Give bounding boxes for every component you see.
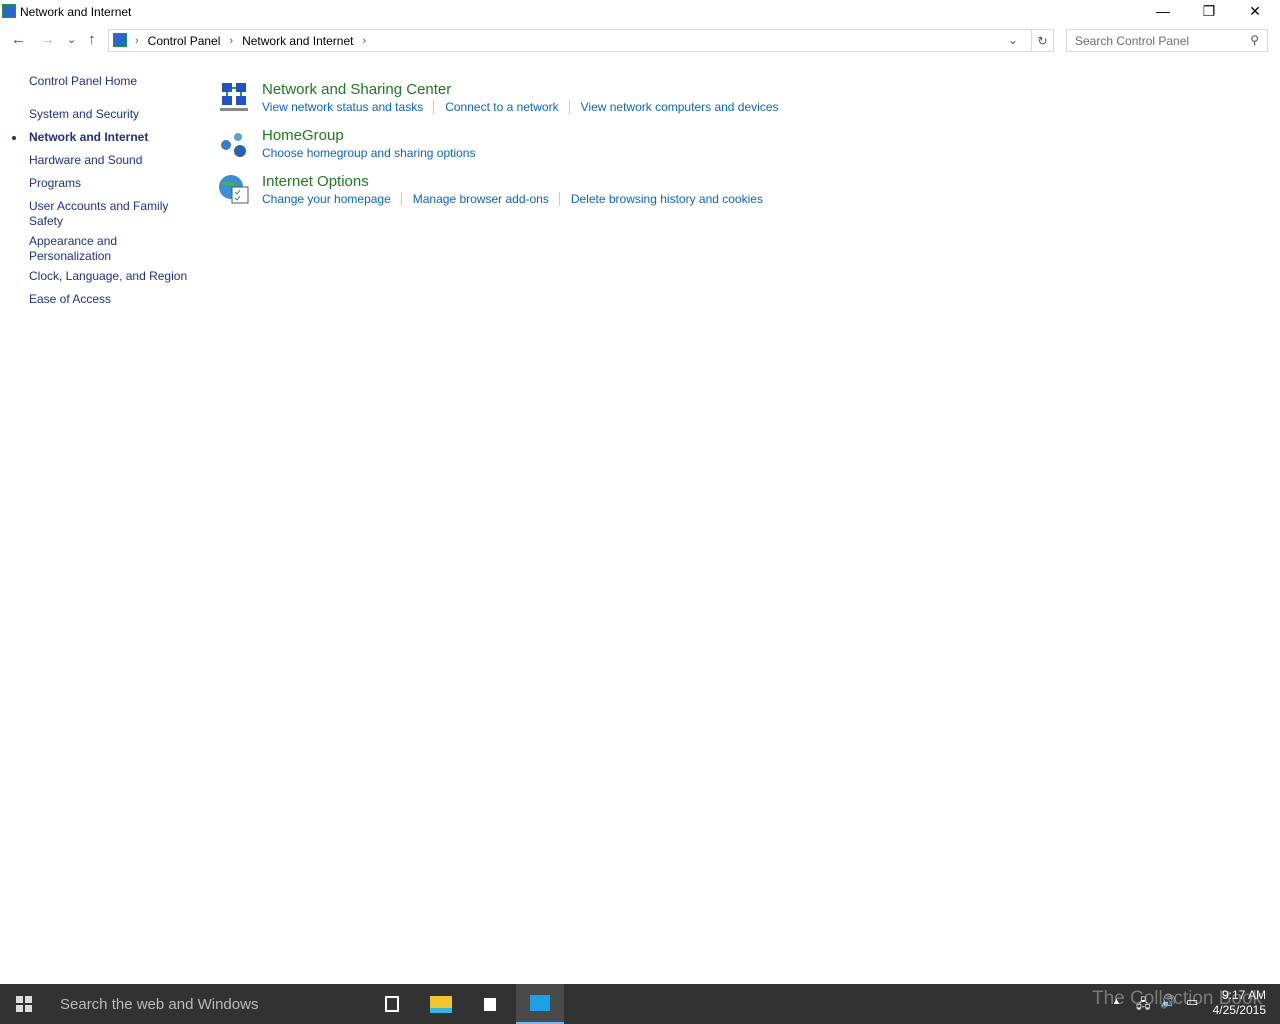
taskbar-search-box[interactable]: Search the web and Windows <box>48 984 368 1024</box>
time: 9:17 AM <box>1221 988 1266 1002</box>
sidebar-item-ease-of-access[interactable]: Ease of Access <box>29 292 199 307</box>
minimize-button[interactable]: — <box>1140 0 1186 22</box>
navigation-bar: ← → ⌄ ↑ › Control Panel › Network and In… <box>0 29 1280 53</box>
sidebar-item-user-accounts[interactable]: User Accounts and Family Safety <box>29 199 179 229</box>
date: 4/25/2015 <box>1212 1003 1266 1017</box>
network-app-icon <box>2 4 16 18</box>
breadcrumb-separator[interactable]: › <box>229 35 233 47</box>
breadcrumb-network-and-internet[interactable]: Network and Internet <box>242 34 353 48</box>
close-button[interactable]: ✕ <box>1232 0 1278 22</box>
address-dropdown-icon[interactable]: ⌄ <box>1008 33 1018 47</box>
sidebar-item-system-security[interactable]: System and Security <box>29 107 199 122</box>
restore-button[interactable]: ❐ <box>1186 0 1232 22</box>
taskbar: Search the web and Windows The Collectio… <box>0 984 1280 1024</box>
search-placeholder: Search Control Panel <box>1075 33 1190 48</box>
category-title[interactable]: Internet Options <box>262 173 369 190</box>
refresh-button[interactable]: ↻ <box>1032 29 1054 52</box>
breadcrumb-control-panel[interactable]: Control Panel <box>148 34 221 48</box>
show-hidden-icons[interactable]: ▲ <box>1112 996 1121 1006</box>
network-tray-icon[interactable]: 🖧 <box>1136 995 1151 1017</box>
search-input[interactable]: Search Control Panel ⚲ <box>1066 29 1268 52</box>
start-button[interactable] <box>0 984 48 1024</box>
task-view-button[interactable] <box>368 984 416 1024</box>
link-view-network-status[interactable]: View network status and tasks <box>262 100 435 114</box>
link-view-network-computers[interactable]: View network computers and devices <box>581 100 789 114</box>
sidebar-item-clock-language-region[interactable]: Clock, Language, and Region <box>29 269 199 284</box>
sidebar-item-network-internet[interactable]: Network and Internet <box>12 130 199 145</box>
sidebar-item-control-panel-home[interactable]: Control Panel Home <box>29 74 199 89</box>
sidebar: Control Panel Home System and Security N… <box>12 74 199 307</box>
task-view-icon <box>385 996 399 1012</box>
control-panel-icon <box>530 995 550 1011</box>
file-explorer-button[interactable] <box>417 984 465 1024</box>
link-connect-network[interactable]: Connect to a network <box>445 100 570 114</box>
network-sharing-icon <box>220 83 248 111</box>
network-location-icon <box>113 33 127 47</box>
sidebar-item-appearance[interactable]: Appearance and Personalization <box>29 234 139 264</box>
internet-options-icon <box>219 175 249 204</box>
breadcrumb-separator[interactable]: › <box>135 35 139 47</box>
category-title[interactable]: HomeGroup <box>262 127 344 144</box>
sidebar-item-programs[interactable]: Programs <box>29 176 199 191</box>
address-bar[interactable]: › Control Panel › Network and Internet ›… <box>108 29 1032 52</box>
link-homegroup-options[interactable]: Choose homegroup and sharing options <box>262 146 485 160</box>
store-button[interactable] <box>466 984 514 1024</box>
control-panel-taskbar-button[interactable] <box>516 984 564 1024</box>
up-arrow-icon[interactable]: ↑ <box>88 31 96 48</box>
recent-locations-chevron-icon[interactable]: ⌄ <box>67 33 76 46</box>
store-icon <box>484 997 496 1011</box>
link-change-homepage[interactable]: Change your homepage <box>262 192 402 206</box>
forward-arrow-icon[interactable]: → <box>40 31 55 48</box>
search-icon[interactable]: ⚲ <box>1250 33 1259 47</box>
title-bar: Network and Internet — ❐ ✕ <box>0 0 1280 23</box>
back-arrow-icon[interactable]: ← <box>11 31 26 48</box>
window-title: Network and Internet <box>20 4 132 19</box>
link-manage-addons[interactable]: Manage browser add-ons <box>413 192 560 206</box>
volume-icon[interactable]: 🔊 <box>1160 994 1176 1010</box>
folder-icon <box>430 995 452 1013</box>
clock[interactable]: 9:17 AM 4/25/2015 <box>1213 988 1266 1018</box>
windows-logo-icon <box>16 996 32 1012</box>
breadcrumb-separator[interactable]: › <box>362 35 366 47</box>
category-title[interactable]: Network and Sharing Center <box>262 81 451 98</box>
sidebar-item-hardware-sound[interactable]: Hardware and Sound <box>29 153 199 168</box>
link-delete-history[interactable]: Delete browsing history and cookies <box>571 192 773 206</box>
homegroup-icon <box>221 133 246 157</box>
action-center-icon[interactable]: ▭ <box>1186 994 1198 1010</box>
